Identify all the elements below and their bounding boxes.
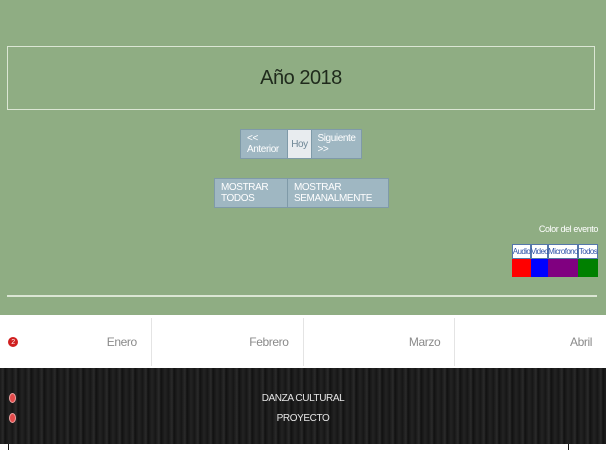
legend-table: Audio Video Microfono Todos bbox=[512, 244, 598, 277]
header-divider bbox=[7, 295, 597, 297]
event-marker-icon bbox=[9, 413, 16, 423]
event-marker-icon bbox=[9, 393, 16, 403]
legend-label-video: Video bbox=[531, 244, 549, 259]
month-column-marzo[interactable]: Marzo bbox=[304, 318, 456, 366]
legend-label-microfono: Microfono bbox=[548, 244, 578, 259]
navigation-button-group: << Anterior Hoy Siguiente >> bbox=[240, 129, 362, 159]
month-column-abril[interactable]: Abril bbox=[455, 318, 606, 366]
event-row[interactable]: PROYECTO bbox=[0, 410, 606, 426]
legend-swatch-audio bbox=[512, 259, 531, 277]
month-header-row: 2 Enero Febrero Marzo Abril bbox=[0, 318, 606, 366]
event-color-legend: Color del evento Audio Video Microfono T… bbox=[512, 224, 598, 277]
month-label: Abril bbox=[569, 335, 592, 349]
legend-item-video: Video bbox=[531, 244, 549, 277]
scroll-tick-right bbox=[568, 444, 569, 450]
show-all-button[interactable]: MOSTRAR TODOS bbox=[214, 178, 288, 208]
legend-swatch-video bbox=[531, 259, 548, 277]
year-title-panel: Año 2018 bbox=[7, 46, 595, 110]
legend-item-microfono: Microfono bbox=[548, 244, 578, 277]
legend-label-audio: Audio bbox=[512, 244, 531, 259]
show-weekly-button[interactable]: MOSTRAR SEMANALMENTE bbox=[288, 178, 389, 208]
month-label: Enero bbox=[106, 335, 137, 349]
legend-title: Color del evento bbox=[538, 224, 599, 234]
month-label: Marzo bbox=[408, 335, 441, 349]
view-toggle-group: MOSTRAR TODOS MOSTRAR SEMANALMENTE bbox=[214, 178, 389, 208]
legend-item-audio: Audio bbox=[512, 244, 531, 277]
event-count-badge[interactable]: 2 bbox=[8, 337, 18, 347]
scroll-tick-left bbox=[8, 444, 9, 450]
page-title: Año 2018 bbox=[260, 66, 342, 89]
previous-button[interactable]: << Anterior bbox=[240, 129, 288, 159]
legend-swatch-todos bbox=[578, 259, 598, 277]
event-row[interactable]: DANZA CULTURAL bbox=[0, 390, 606, 406]
next-button[interactable]: Siguiente >> bbox=[312, 129, 362, 159]
today-button[interactable]: Hoy bbox=[288, 129, 312, 159]
event-title: PROYECTO bbox=[276, 412, 330, 424]
month-label: Febrero bbox=[249, 335, 289, 349]
event-list-panel: DANZA CULTURAL PROYECTO bbox=[0, 368, 606, 444]
legend-label-todos: Todos bbox=[578, 244, 598, 259]
event-title: DANZA CULTURAL bbox=[261, 392, 345, 404]
month-column-enero[interactable]: 2 Enero bbox=[0, 318, 152, 366]
legend-item-todos: Todos bbox=[578, 244, 598, 277]
legend-swatch-microfono bbox=[548, 259, 578, 277]
month-column-febrero[interactable]: Febrero bbox=[152, 318, 304, 366]
